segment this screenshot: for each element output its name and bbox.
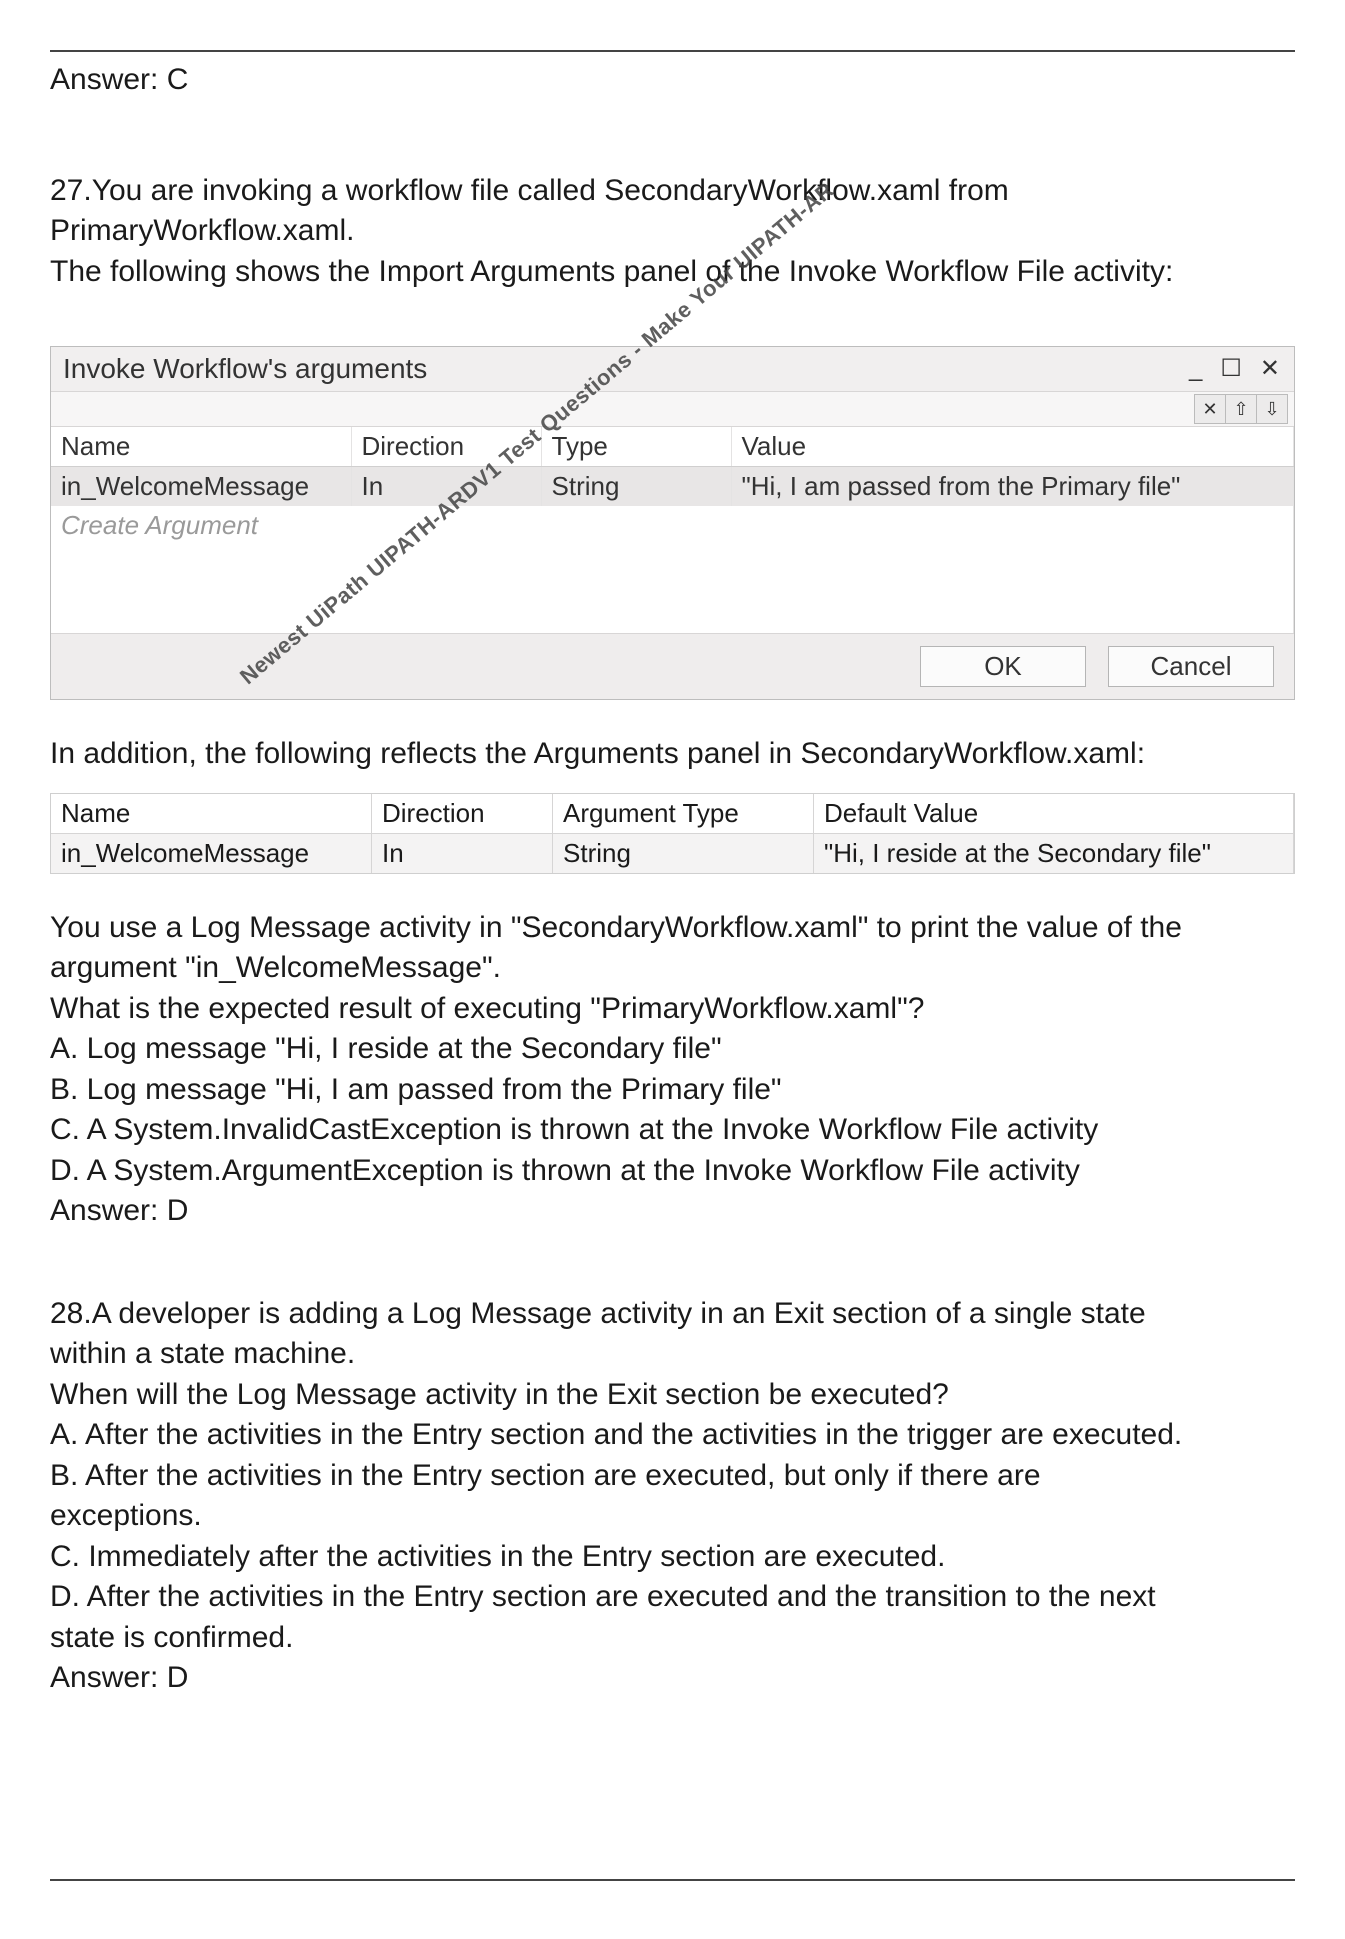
arg-direction: In [372, 833, 553, 873]
q27-line3: The following shows the Import Arguments… [50, 252, 1295, 293]
col-default-value: Default Value [814, 794, 1294, 833]
col-direction: Direction [372, 794, 553, 833]
q27-mid-text: In addition, the following reflects the … [50, 734, 1295, 775]
q27-option-b: B. Log message "Hi, I am passed from the… [50, 1070, 1295, 1111]
q27-after-3: What is the expected result of executing… [50, 989, 1295, 1030]
q27-option-c: C. A System.InvalidCastException is thro… [50, 1110, 1295, 1151]
col-name: Name [51, 794, 372, 833]
top-rule [50, 50, 1295, 52]
ok-button[interactable]: OK [920, 646, 1086, 687]
col-type: Type [541, 427, 731, 467]
q28-line2: within a state machine. [50, 1334, 1295, 1375]
q28-option-a: A. After the activities in the Entry sec… [50, 1415, 1295, 1456]
dialog-toolbar: ✕ ⇧ ⇩ [51, 392, 1294, 427]
q28-answer: Answer: D [50, 1658, 1295, 1699]
col-argument-type: Argument Type [553, 794, 814, 833]
q28-option-b-1: B. After the activities in the Entry sec… [50, 1456, 1295, 1497]
arg-direction: In [351, 467, 541, 507]
move-down-icon[interactable]: ⇩ [1256, 394, 1288, 424]
q27-after-2: argument "in_WelcomeMessage". [50, 948, 1295, 989]
secondary-header-row: Name Direction Argument Type Default Val… [51, 794, 1294, 833]
secondary-argument-row[interactable]: in_WelcomeMessage In String "Hi, I resid… [51, 833, 1294, 873]
q27-line2: PrimaryWorkflow.xaml. [50, 211, 1295, 252]
close-icon[interactable]: ✕ [1256, 357, 1284, 381]
arg-value: "Hi, I am passed from the Primary file" [731, 467, 1294, 507]
q28-option-d-1: D. After the activities in the Entry sec… [50, 1577, 1295, 1618]
table-padding [51, 545, 1294, 633]
q28-option-c: C. Immediately after the activities in t… [50, 1537, 1295, 1578]
arg-type: String [553, 833, 814, 873]
window-buttons: _ ☐ ✕ [1185, 357, 1284, 381]
q27-answer: Answer: D [50, 1191, 1295, 1232]
create-argument-row[interactable]: Create Argument [51, 506, 1294, 545]
arguments-header-row: Name Direction Type Value [51, 427, 1294, 467]
delete-argument-icon[interactable]: ✕ [1194, 394, 1226, 424]
q27-line1: 27.You are invoking a workflow file call… [50, 171, 1295, 212]
q28-line1: 28.A developer is adding a Log Message a… [50, 1294, 1295, 1335]
col-name: Name [51, 427, 351, 467]
secondary-arguments-panel: Name Direction Argument Type Default Val… [50, 793, 1295, 874]
prev-answer: Answer: C [50, 60, 1295, 101]
dialog-titlebar: Invoke Workflow's arguments _ ☐ ✕ [51, 347, 1294, 392]
col-value: Value [731, 427, 1294, 467]
col-direction: Direction [351, 427, 541, 467]
q27-after-1: You use a Log Message activity in "Secon… [50, 908, 1295, 949]
cancel-button[interactable]: Cancel [1108, 646, 1274, 687]
arguments-table: Name Direction Type Value in_WelcomeMess… [51, 427, 1294, 633]
page: Answer: C 27.You are invoking a workflow… [0, 0, 1345, 1939]
argument-row[interactable]: in_WelcomeMessage In String "Hi, I am pa… [51, 467, 1294, 507]
q27-option-a: A. Log message "Hi, I reside at the Seco… [50, 1029, 1295, 1070]
q28-line3: When will the Log Message activity in th… [50, 1375, 1295, 1416]
bottom-rule [50, 1879, 1295, 1881]
minimize-icon[interactable]: _ [1185, 357, 1206, 381]
q27-option-d: D. A System.ArgumentException is thrown … [50, 1151, 1295, 1192]
create-argument-label: Create Argument [51, 506, 1294, 545]
arg-name: in_WelcomeMessage [51, 467, 351, 507]
arg-default-value: "Hi, I reside at the Secondary file" [814, 833, 1294, 873]
dialog-footer: OK Cancel [51, 633, 1294, 699]
move-up-icon[interactable]: ⇧ [1225, 394, 1257, 424]
arg-name: in_WelcomeMessage [51, 833, 372, 873]
q28-option-d-2: state is confirmed. [50, 1618, 1295, 1659]
q28-option-b-2: exceptions. [50, 1496, 1295, 1537]
maximize-icon[interactable]: ☐ [1216, 357, 1246, 381]
dialog-title: Invoke Workflow's arguments [63, 353, 427, 385]
invoke-workflow-arguments-dialog: Invoke Workflow's arguments _ ☐ ✕ ✕ ⇧ ⇩ … [50, 346, 1295, 700]
arg-type: String [541, 467, 731, 507]
